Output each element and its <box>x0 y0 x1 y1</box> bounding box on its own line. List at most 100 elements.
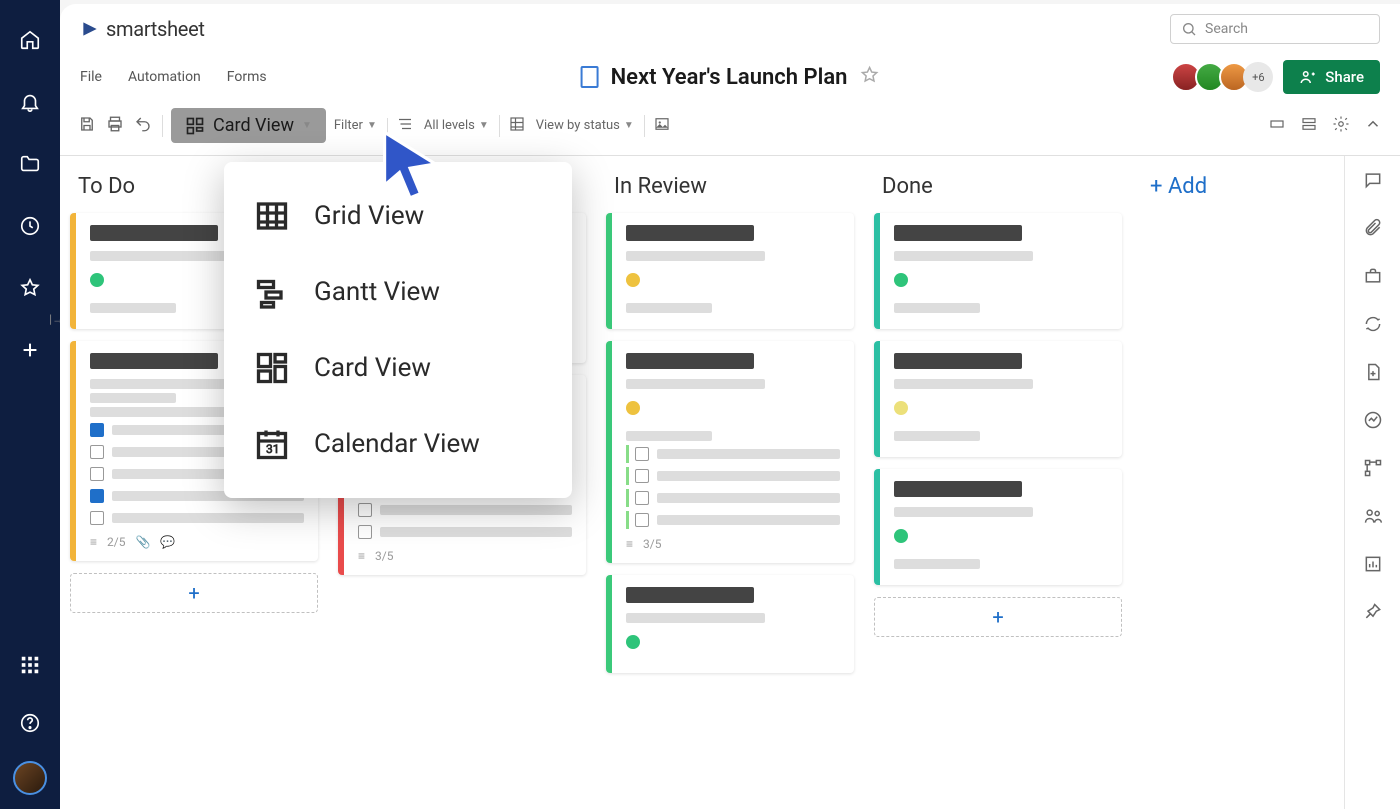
status-dot-icon <box>894 529 908 543</box>
checkbox-icon[interactable] <box>635 513 649 527</box>
print-icon[interactable] <box>106 115 124 137</box>
add-card-button[interactable]: + <box>874 597 1122 637</box>
view-option-calendar[interactable]: 31 Calendar View <box>224 406 572 482</box>
column-title: Done <box>874 170 1122 213</box>
card[interactable] <box>874 469 1122 585</box>
star-icon[interactable] <box>10 268 50 308</box>
column-done: Done <box>864 170 1132 795</box>
topbar: smartsheet Search <box>60 4 1400 54</box>
checkbox-icon[interactable] <box>90 445 104 459</box>
undo-icon[interactable] <box>134 115 152 137</box>
file-plus-icon[interactable] <box>1363 362 1383 386</box>
checkbox-icon[interactable] <box>90 467 104 481</box>
column-in-review: In Review <box>596 170 864 795</box>
subtask-count: 2/5 <box>107 535 125 549</box>
checkbox-icon[interactable] <box>358 525 372 539</box>
help-icon[interactable] <box>10 703 50 743</box>
view-option-gantt[interactable]: Gantt View <box>224 254 572 330</box>
share-icon <box>1299 68 1317 86</box>
search-input[interactable]: Search <box>1170 14 1380 44</box>
status-dot-icon <box>626 401 640 415</box>
status-dot-icon <box>90 273 104 287</box>
status-dot-icon <box>626 273 640 287</box>
menu: File Automation Forms <box>80 69 267 85</box>
status-dot-icon <box>626 635 640 649</box>
add-column-button[interactable]: + Add <box>1142 170 1242 203</box>
card[interactable]: ≡ 3/5 <box>606 341 854 563</box>
checkbox-icon[interactable] <box>90 489 104 503</box>
view-switcher-button[interactable]: Card View ▼ <box>171 108 326 143</box>
people-icon[interactable] <box>1363 506 1383 530</box>
list-icon: ≡ <box>90 535 97 549</box>
chevron-up-icon[interactable] <box>1364 115 1382 137</box>
plus-icon[interactable] <box>10 330 50 370</box>
title-area: Next Year's Launch Plan <box>581 65 880 90</box>
list-icon: ≡ <box>626 537 633 551</box>
main-area: smartsheet Search File Automation Forms … <box>60 4 1400 809</box>
workflow-icon[interactable] <box>1363 458 1383 482</box>
right-rail <box>1344 156 1400 809</box>
pin-icon[interactable] <box>1363 602 1383 626</box>
sheet-icon <box>581 66 599 88</box>
checkbox-icon[interactable] <box>90 423 104 437</box>
comment-icon: 💬 <box>160 535 175 549</box>
menu-file[interactable]: File <box>80 69 102 85</box>
checkbox-icon[interactable] <box>635 447 649 461</box>
search-icon <box>1181 21 1197 37</box>
toolbar: Card View ▼ Filter ▼ All levels ▼ View b… <box>60 104 1400 156</box>
checkbox-icon[interactable] <box>90 511 104 525</box>
svg-text:31: 31 <box>266 442 280 456</box>
header-bar: File Automation Forms Next Year's Launch… <box>60 54 1400 104</box>
card[interactable] <box>606 575 854 673</box>
row-view-icon[interactable] <box>1268 115 1286 137</box>
list-icon: ≡ <box>358 549 365 563</box>
user-avatar[interactable] <box>13 761 47 795</box>
card[interactable] <box>874 213 1122 329</box>
comment-icon[interactable] <box>1363 170 1383 194</box>
checkbox-icon[interactable] <box>635 491 649 505</box>
filter-button[interactable]: Filter ▼ <box>334 118 377 133</box>
brand-text: smartsheet <box>106 17 205 41</box>
apps-icon[interactable] <box>10 645 50 685</box>
refresh-icon[interactable] <box>1363 314 1383 338</box>
card[interactable] <box>606 213 854 329</box>
view-dropdown-menu: Grid View Gantt View Card View 31 Calend… <box>224 162 572 498</box>
attachment-icon[interactable] <box>1363 218 1383 242</box>
card[interactable] <box>874 341 1122 457</box>
status-dot-icon <box>894 273 908 287</box>
share-button[interactable]: Share <box>1283 60 1380 94</box>
grid-icon <box>508 115 526 137</box>
menu-automation[interactable]: Automation <box>128 69 201 85</box>
chart-icon[interactable] <box>1363 554 1383 578</box>
folder-icon[interactable] <box>10 144 50 184</box>
left-nav-rail: |→ <box>0 0 60 809</box>
status-dot-icon <box>894 401 908 415</box>
gear-icon[interactable] <box>1332 115 1350 137</box>
home-icon[interactable] <box>10 20 50 60</box>
activity-icon[interactable] <box>1363 410 1383 434</box>
compact-view-icon[interactable] <box>1300 115 1318 137</box>
attachment-icon: 📎 <box>135 535 150 549</box>
checkbox-icon[interactable] <box>358 503 372 517</box>
save-icon[interactable] <box>78 115 96 137</box>
briefcase-icon[interactable] <box>1363 266 1383 290</box>
checkbox-icon[interactable] <box>635 469 649 483</box>
chevron-down-icon: ▼ <box>302 120 312 131</box>
brand-logo-icon <box>80 19 100 39</box>
image-icon[interactable] <box>653 115 671 137</box>
avatar-more[interactable]: +6 <box>1243 62 1273 92</box>
cursor-pointer-icon <box>378 128 442 204</box>
collaborator-avatars[interactable]: +6 <box>1177 62 1273 92</box>
sheet-title: Next Year's Launch Plan <box>611 65 848 90</box>
add-column: + Add <box>1132 170 1252 795</box>
menu-forms[interactable]: Forms <box>227 69 267 85</box>
recent-icon[interactable] <box>10 206 50 246</box>
add-card-button[interactable]: + <box>70 573 318 613</box>
brand: smartsheet <box>80 17 205 41</box>
view-option-card[interactable]: Card View <box>224 330 572 406</box>
bell-icon[interactable] <box>10 82 50 122</box>
favorite-star-icon[interactable] <box>859 65 879 89</box>
column-title: In Review <box>606 170 854 213</box>
subtask-count: 3/5 <box>643 537 661 551</box>
view-by-status-button[interactable]: View by status ▼ <box>536 118 634 133</box>
